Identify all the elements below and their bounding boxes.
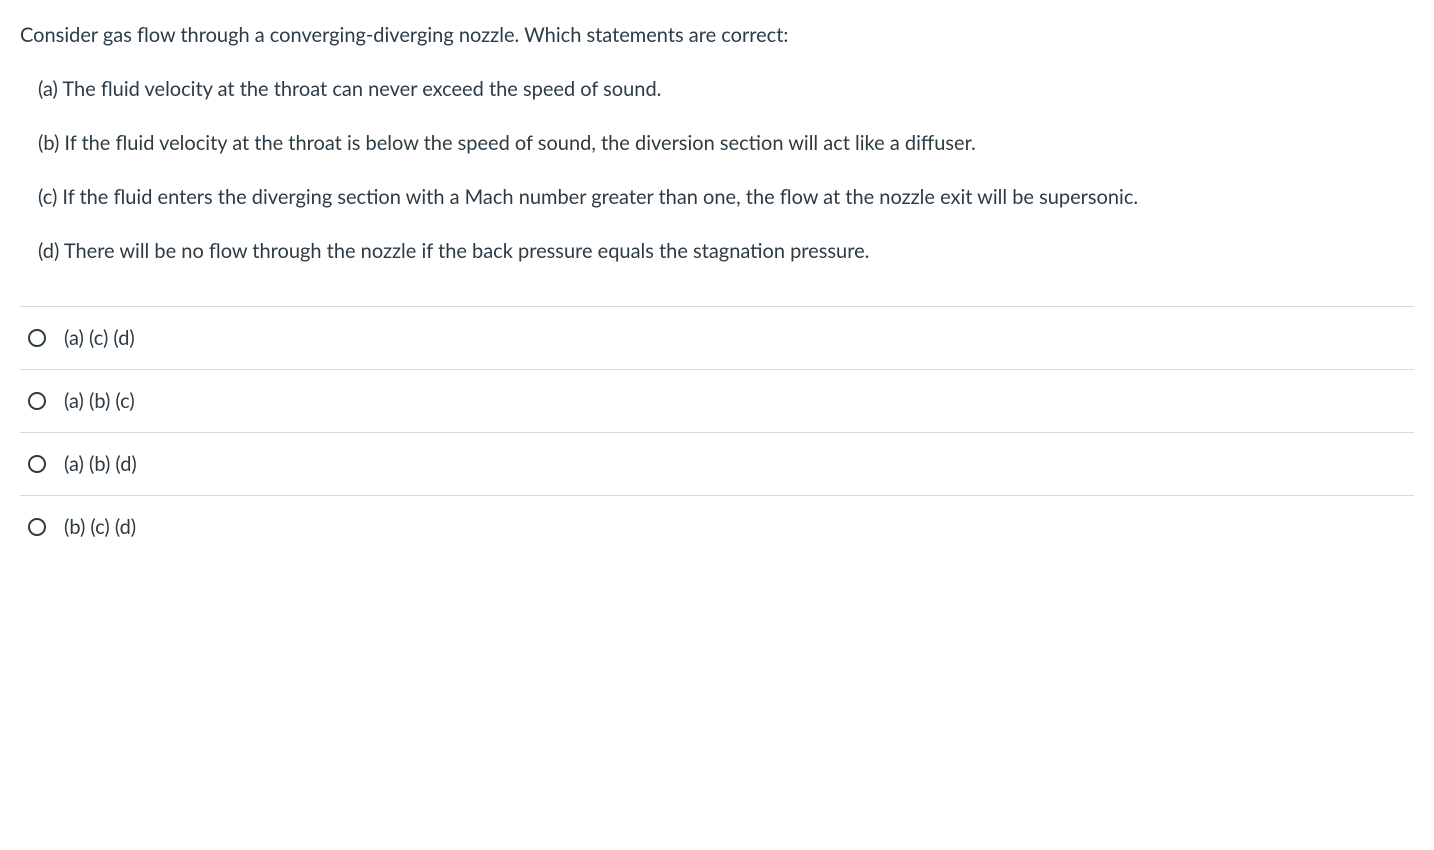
radio-icon[interactable] [28,518,46,536]
option-label: (a) (b) (c) [64,386,135,416]
question-stem: Consider gas flow through a converging-d… [20,20,1414,266]
option-label: (b) (c) (d) [64,512,136,542]
radio-icon[interactable] [28,455,46,473]
statement-b: (b) If the fluid velocity at the throat … [20,128,1414,158]
answer-option-0[interactable]: (a) (c) (d) [20,307,1414,370]
answer-options-list: (a) (c) (d) (a) (b) (c) (a) (b) (d) (b) … [20,306,1414,558]
answer-option-2[interactable]: (a) (b) (d) [20,433,1414,496]
radio-icon[interactable] [28,392,46,410]
statement-c: (c) If the fluid enters the diverging se… [20,182,1414,212]
answer-option-1[interactable]: (a) (b) (c) [20,370,1414,433]
option-label: (a) (b) (d) [64,449,137,479]
option-label: (a) (c) (d) [64,323,135,353]
answer-option-3[interactable]: (b) (c) (d) [20,496,1414,558]
statement-a: (a) The fluid velocity at the throat can… [20,74,1414,104]
radio-icon[interactable] [28,329,46,347]
question-intro: Consider gas flow through a converging-d… [20,20,1414,50]
statement-d: (d) There will be no flow through the no… [20,236,1414,266]
